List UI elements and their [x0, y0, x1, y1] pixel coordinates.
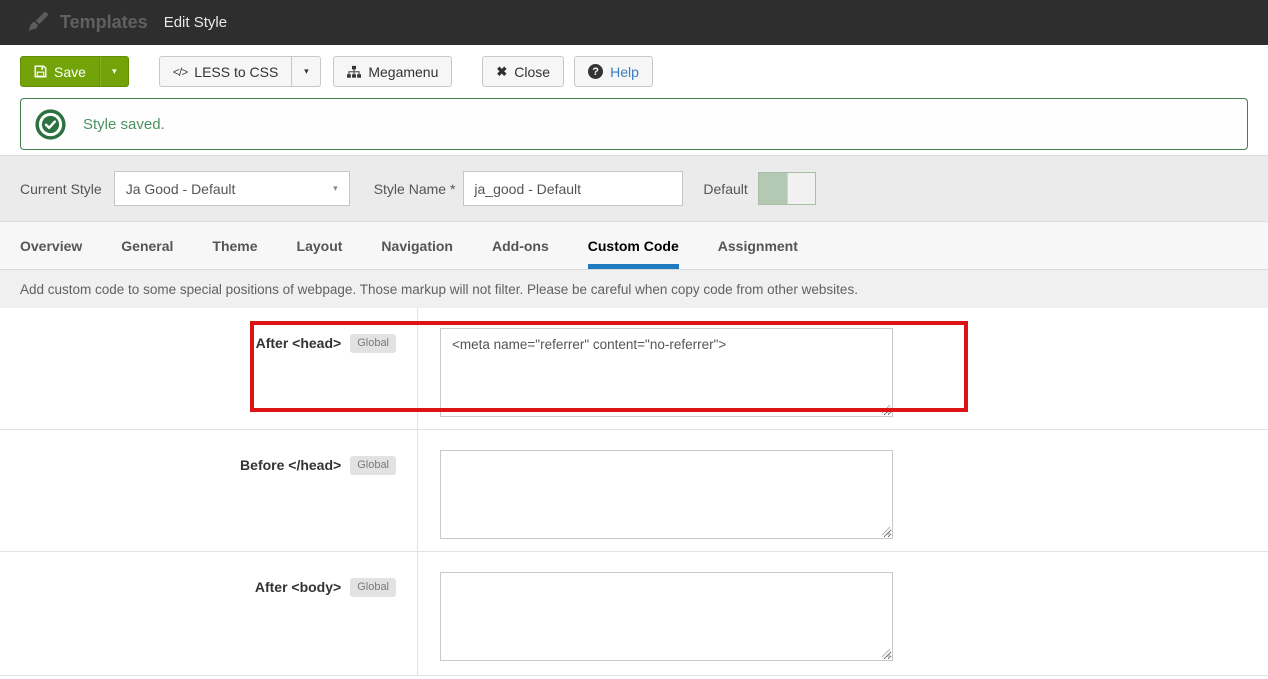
field-label-col: Before </head> Global [0, 430, 418, 551]
toggle-on-half [758, 173, 787, 204]
close-label: Close [514, 63, 551, 80]
before-head-close-textarea[interactable] [440, 450, 893, 539]
tab-overview[interactable]: Overview [20, 222, 82, 269]
current-style-select[interactable]: Ja Good - Default ▾ [113, 171, 350, 206]
megamenu-label: Megamenu [368, 63, 439, 80]
page-title: Edit Style [163, 14, 228, 31]
paintbrush-icon [28, 11, 50, 34]
tab-bar: Overview General Theme Layout Navigation… [0, 222, 1268, 270]
tab-add-ons[interactable]: Add-ons [492, 222, 549, 269]
app-title: Templates [60, 12, 148, 32]
tab-assignment[interactable]: Assignment [718, 222, 798, 269]
tab-description: Add custom code to some special position… [0, 270, 1268, 308]
help-button[interactable]: ? Help [574, 56, 653, 87]
field-row-before-head-close: Before </head> Global [0, 430, 1268, 552]
toggle-off-half [786, 173, 815, 204]
style-name-input[interactable] [463, 171, 684, 206]
save-dropdown-button[interactable]: ▾ [99, 56, 129, 87]
field-row-after-head: After <head> Global <meta name="referrer… [0, 308, 1268, 430]
default-toggle[interactable] [757, 172, 816, 205]
less-to-css-dropdown-button[interactable]: ▾ [292, 56, 322, 87]
tab-layout[interactable]: Layout [297, 222, 343, 269]
current-style-value: Ja Good - Default [125, 180, 236, 197]
check-circle-icon [35, 108, 66, 140]
current-style-label: Current Style [20, 180, 102, 197]
less-to-css-button-group: </> LESS to CSS ▾ [158, 56, 322, 87]
less-to-css-button[interactable]: </> LESS to CSS [158, 56, 293, 87]
field-input-col: <meta name="referrer" content="no-referr… [418, 308, 893, 429]
field-row-after-body: After <body> Global [0, 552, 1268, 676]
global-badge: Global [350, 456, 396, 475]
field-input-col [418, 552, 893, 675]
title-bar: Templates Edit Style [0, 0, 1268, 45]
after-head-textarea[interactable]: <meta name="referrer" content="no-referr… [440, 328, 893, 417]
after-body-textarea[interactable] [440, 572, 893, 661]
after-body-label: After <body> [254, 579, 342, 595]
field-label-col: After <body> Global [0, 552, 418, 675]
close-icon: ✖ [496, 63, 508, 79]
tab-custom-code[interactable]: Custom Code [587, 222, 679, 269]
global-badge: Global [350, 578, 396, 597]
style-bar: Current Style Ja Good - Default ▾ Style … [0, 155, 1268, 222]
chevron-down-icon: ▾ [333, 183, 338, 193]
style-name-label: Style Name * [373, 180, 456, 197]
save-button-label: Save [54, 63, 86, 80]
close-button[interactable]: ✖ Close [482, 56, 565, 87]
field-input-col [418, 430, 893, 551]
tab-theme[interactable]: Theme [212, 222, 257, 269]
megamenu-button[interactable]: Megamenu [333, 56, 453, 87]
help-label: Help [610, 63, 639, 80]
chevron-down-icon: ▾ [304, 66, 309, 76]
default-label: Default [703, 180, 748, 197]
sitemap-icon [347, 65, 362, 79]
global-badge: Global [350, 334, 396, 353]
success-alert: Style saved. [20, 98, 1248, 150]
before-head-close-label: Before </head> [240, 457, 342, 473]
floppy-disk-icon [34, 65, 47, 78]
save-button-group: Save ▾ [20, 56, 129, 87]
less-to-css-label: LESS to CSS [194, 63, 279, 80]
alert-message: Style saved. [83, 115, 165, 133]
tab-navigation[interactable]: Navigation [381, 222, 453, 269]
save-button[interactable]: Save [20, 56, 100, 87]
code-icon: </> [172, 64, 188, 79]
field-label-col: After <head> Global [0, 308, 418, 429]
custom-code-form: After <head> Global <meta name="referrer… [0, 308, 1268, 676]
description-text: Add custom code to some special position… [20, 281, 858, 297]
toolbar: Save ▾ </> LESS to CSS ▾ Megamenu ✖ Clos… [0, 45, 1268, 98]
question-circle-icon: ? [588, 64, 604, 79]
chevron-down-icon: ▾ [112, 66, 117, 76]
after-head-label: After <head> [255, 335, 342, 351]
tab-general[interactable]: General [121, 222, 173, 269]
